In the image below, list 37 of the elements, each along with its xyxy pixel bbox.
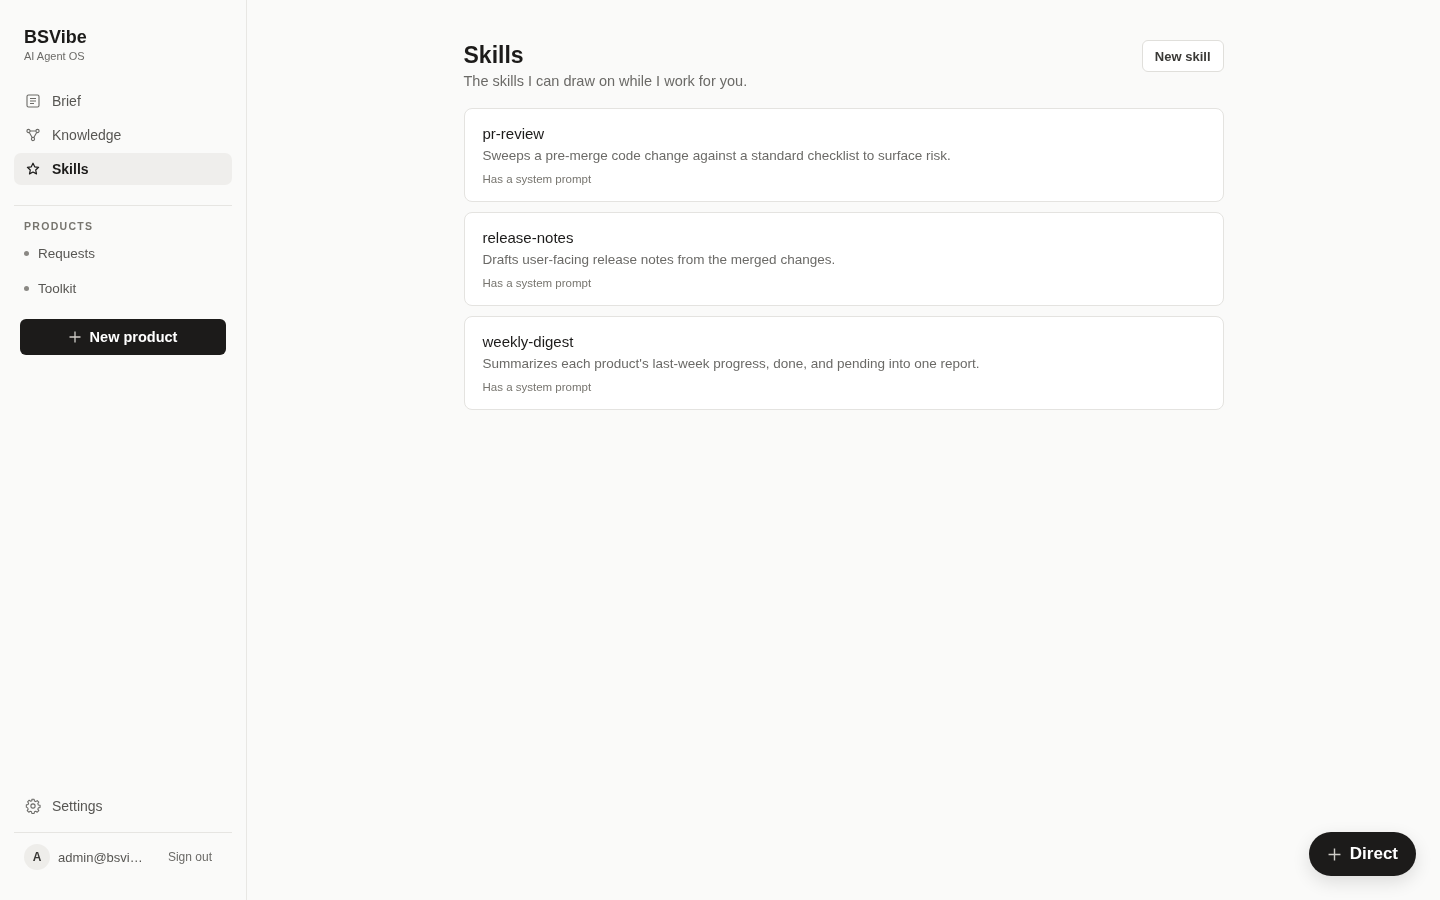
page-title: Skills (463, 41, 525, 70)
sign-out-link[interactable]: Sign out (167, 850, 212, 864)
bullet-icon (24, 286, 29, 291)
new-product-button[interactable]: New product (20, 319, 226, 355)
settings-link[interactable]: Settings (14, 790, 232, 822)
user-avatar: A (24, 844, 50, 870)
settings-icon (25, 798, 41, 814)
skill-meta: Has a system prompt (482, 172, 593, 187)
product-item[interactable]: Requests (14, 236, 232, 271)
section-heading: PRODUCTS (23, 219, 95, 234)
skill-card[interactable]: weekly-digest Summarizes each product's last-week progress, done, and pending into one report. Has a system prompt (463, 316, 1224, 410)
skill-card[interactable]: release-notes Drafts user-facing release notes from the merged changes. Has a system prompt (463, 212, 1224, 306)
direct-button[interactable]: Direct (1308, 832, 1416, 876)
page-subtitle: The skills I can draw on while I work for you. (463, 72, 748, 91)
skill-card[interactable]: pr-review Sweeps a pre-merge code change against a standard checklist to surface risk. Has a system prompt (463, 108, 1224, 202)
brand-name: BSVibe (24, 26, 88, 48)
skill-meta: Has a system prompt (482, 276, 593, 291)
nav-item[interactable]: Brief (14, 85, 232, 117)
plus-icon (68, 331, 81, 343)
nav-item[interactable]: Knowledge (14, 119, 232, 151)
product-item[interactable]: Toolkit (14, 271, 232, 306)
star-icon (26, 162, 40, 176)
skill-description: Sweeps a pre-merge code change against a standard checklist to surface risk. (482, 147, 952, 165)
brand-tagline: AI Agent OS (24, 49, 86, 63)
skill-name: release-notes (482, 228, 575, 248)
skill-meta: Has a system prompt (482, 380, 593, 395)
skill-description: Drafts user-facing release notes from the merged changes. (482, 251, 837, 269)
user-email: admin@bsvi… (58, 849, 143, 865)
skill-description: Summarizes each product's last-week progress, done, and pending into one report. (482, 355, 981, 373)
document-icon (26, 94, 40, 108)
nav-item[interactable]: Skills (14, 153, 232, 185)
plus-icon (1327, 847, 1341, 861)
bullet-icon (24, 251, 29, 256)
new-skill-button[interactable]: New skill (1141, 40, 1224, 72)
skill-name: pr-review (482, 124, 546, 144)
nodes-icon (26, 128, 40, 142)
skill-name: weekly-digest (482, 332, 575, 352)
